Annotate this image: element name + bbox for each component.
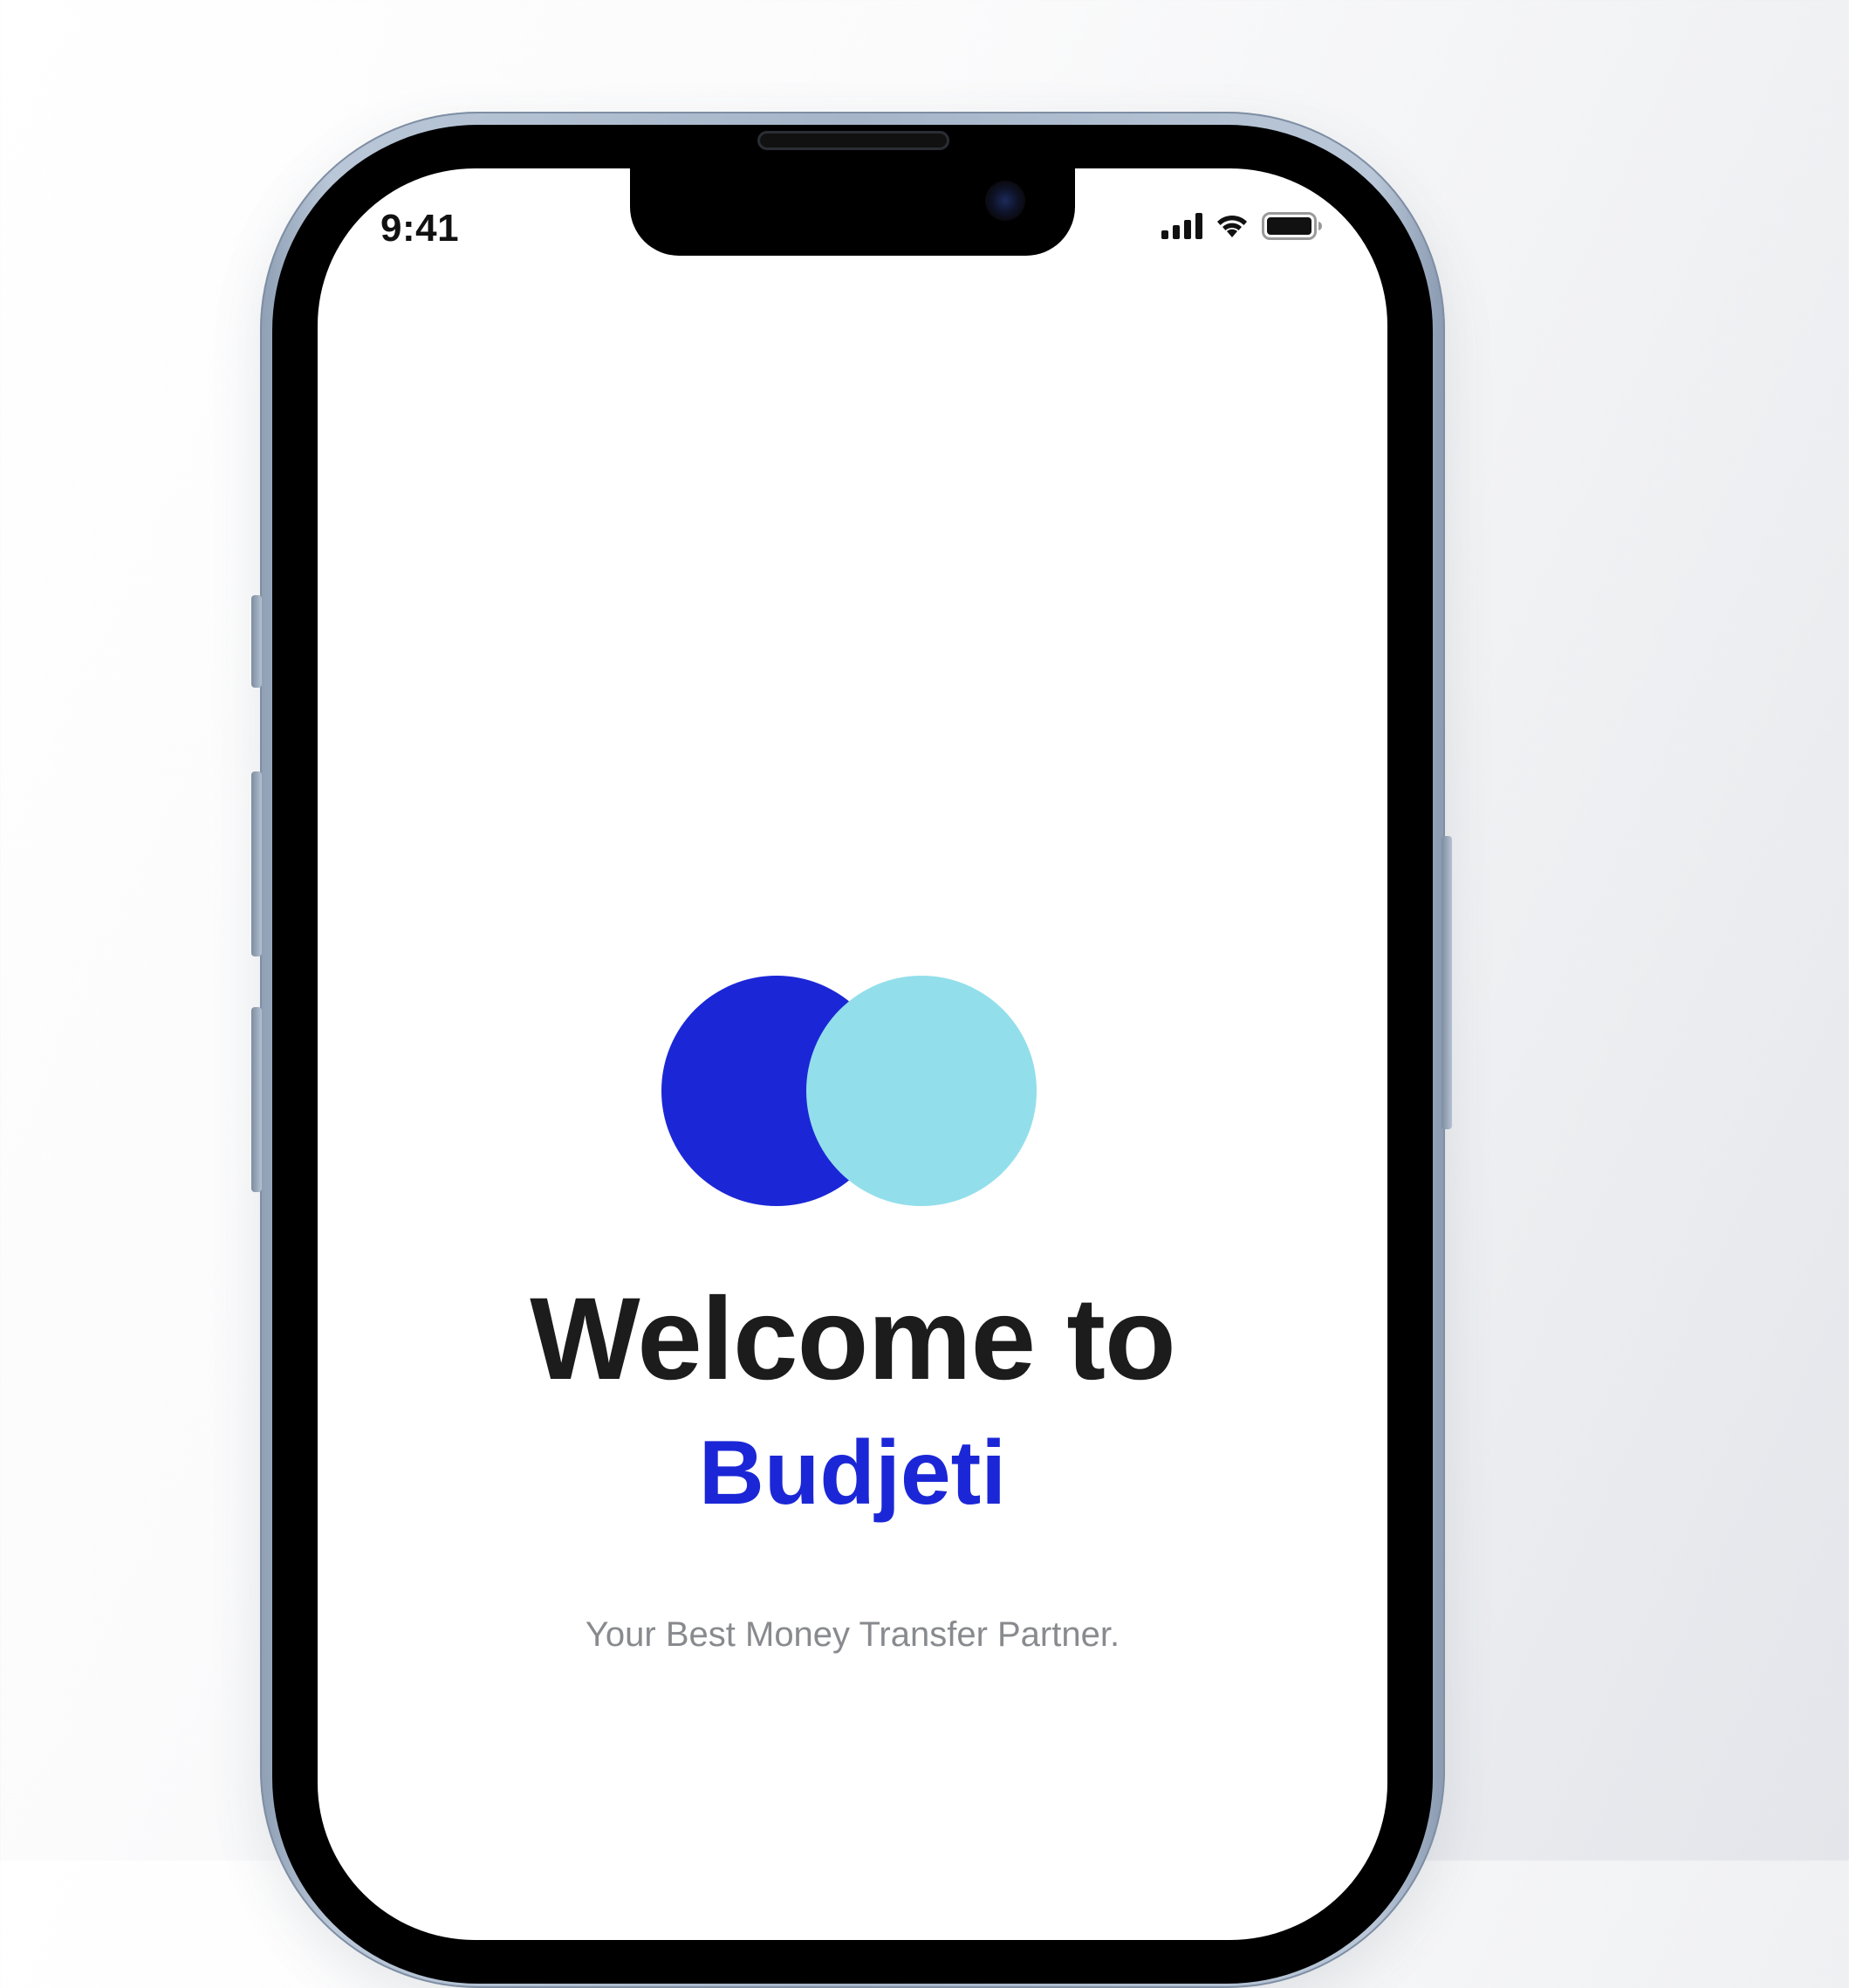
signal-icon xyxy=(1161,213,1202,239)
front-camera-icon xyxy=(985,181,1025,221)
notch xyxy=(630,168,1075,256)
status-bar-icons xyxy=(1161,212,1323,240)
status-bar-time: 9:41 xyxy=(380,207,460,250)
speaker-grill xyxy=(757,131,949,150)
brand-name: Budjeti xyxy=(698,1422,1007,1524)
action-button xyxy=(251,595,262,688)
app-screen: 9:41 Welcome to Budjeti Your Best Money … xyxy=(318,168,1387,1940)
logo-circle-light xyxy=(806,976,1037,1206)
tagline: Your Best Money Transfer Partner. xyxy=(585,1615,1120,1654)
battery-icon xyxy=(1262,212,1323,240)
volume-down-button xyxy=(251,1007,262,1192)
welcome-title: Welcome to xyxy=(530,1274,1176,1404)
budjeti-logo xyxy=(661,976,1037,1206)
wifi-icon xyxy=(1215,213,1250,239)
power-button xyxy=(1442,836,1452,1129)
volume-up-button xyxy=(251,771,262,956)
